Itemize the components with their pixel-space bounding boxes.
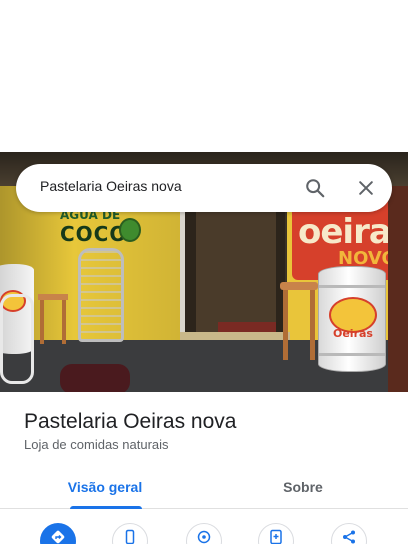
nearby-button[interactable]	[186, 523, 222, 544]
save-button[interactable]	[258, 523, 294, 544]
call-button[interactable]	[112, 523, 148, 544]
place-page: AGUA DE COCO oeiras NOVO Oeiras Pastelar…	[0, 0, 408, 544]
photo-mat	[218, 322, 276, 332]
photo-wall-text-bottom: COCO	[60, 222, 128, 246]
tab-bar: Visão geral Sobre	[0, 465, 408, 509]
photo-chair-left	[0, 294, 34, 384]
search-input[interactable]: Pastelaria Oeiras nova	[40, 178, 182, 194]
share-icon	[343, 530, 355, 544]
phone-icon	[125, 529, 135, 544]
place-category: Loja de comidas naturais	[24, 437, 169, 452]
share-button[interactable]	[331, 523, 367, 544]
blank-area	[0, 0, 408, 152]
photo-bag	[60, 364, 130, 392]
photo-stool-left	[38, 294, 68, 344]
photo-stool	[280, 282, 318, 360]
active-tab-indicator	[70, 506, 142, 509]
directions-button[interactable]	[40, 523, 76, 544]
photo-barrel: Oeiras	[318, 266, 386, 372]
photo-chair	[78, 248, 124, 342]
photo-pole	[388, 186, 408, 392]
search-bar[interactable]: Pastelaria Oeiras nova	[16, 164, 392, 212]
tab-about[interactable]: Sobre	[238, 465, 368, 509]
coconut-drawing	[119, 218, 141, 242]
barrel-logo-text: Oeiras	[333, 327, 373, 340]
place-title: Pastelaria Oeiras nova	[24, 410, 237, 433]
directions-icon	[51, 530, 65, 544]
close-icon[interactable]	[356, 178, 376, 198]
tab-overview[interactable]: Visão geral	[40, 465, 170, 509]
search-icon[interactable]	[304, 177, 326, 199]
save-icon	[270, 529, 282, 544]
photo-door-inner	[196, 212, 276, 332]
location-icon	[197, 530, 211, 544]
